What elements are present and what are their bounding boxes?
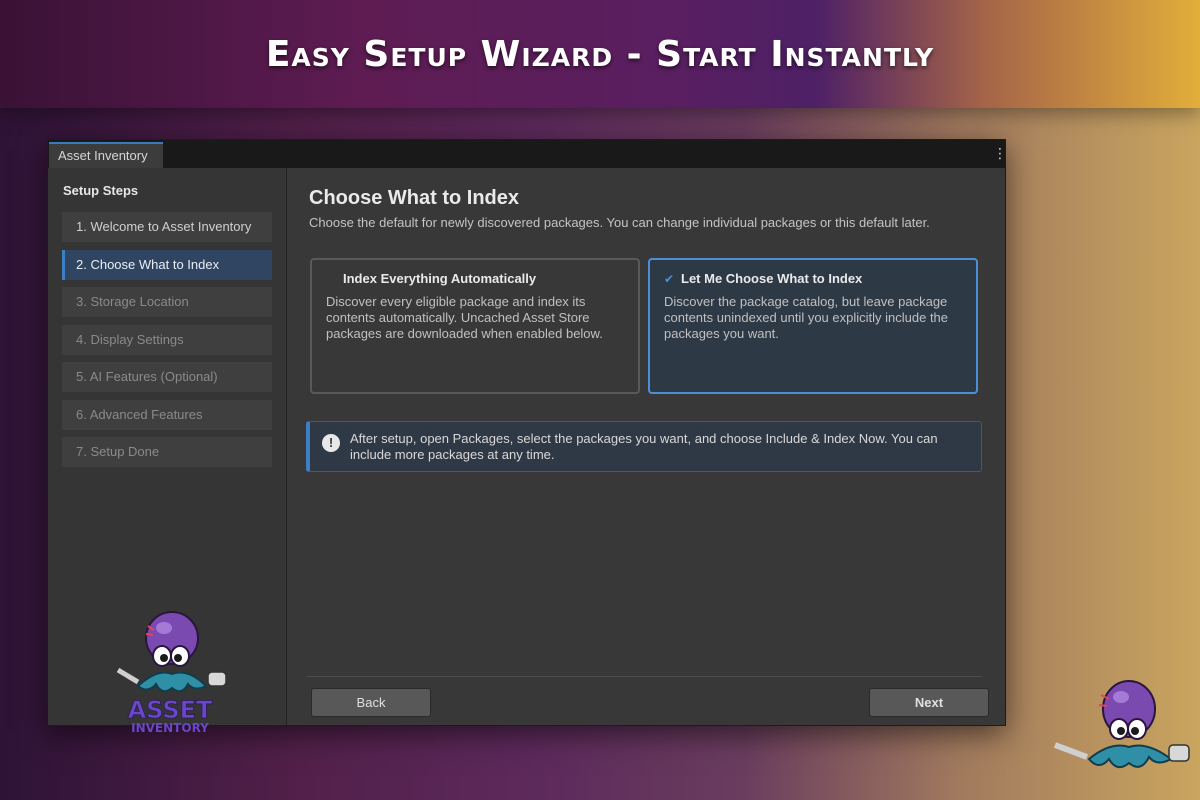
step-advanced-features: 6. Advanced Features bbox=[62, 400, 272, 430]
step-choose-what-to-index[interactable]: 2. Choose What to Index bbox=[62, 250, 272, 280]
option-text: Discover the package catalog, but leave … bbox=[664, 294, 949, 341]
option-index-everything[interactable]: Index Everything Automatically Discover … bbox=[310, 258, 640, 394]
logo-text-inventory: INVENTORY bbox=[131, 721, 209, 735]
page-description: Choose the default for newly discovered … bbox=[309, 215, 930, 230]
option-text: Discover every eligible package and inde… bbox=[326, 294, 603, 341]
footer-divider bbox=[307, 676, 982, 677]
step-display-settings: 4. Display Settings bbox=[62, 325, 272, 355]
option-title-row: ✔ Let Me Choose What to Index bbox=[664, 270, 962, 288]
octopus-mascot-icon bbox=[1053, 680, 1190, 769]
option-title: Let Me Choose What to Index bbox=[681, 271, 863, 286]
tab-asset-inventory[interactable]: Asset Inventory bbox=[49, 142, 163, 168]
kebab-menu-icon[interactable]: ⋮ bbox=[993, 145, 1007, 161]
option-let-me-choose[interactable]: ✔ Let Me Choose What to Index Discover t… bbox=[648, 258, 978, 394]
step-setup-done: 7. Setup Done bbox=[62, 437, 272, 467]
checkmark-icon: ✔ bbox=[664, 272, 675, 286]
logo-text-asset: ASSET bbox=[128, 696, 213, 724]
page-title: Choose What to Index bbox=[309, 187, 519, 209]
asset-inventory-logo: ASSET INVENTORY bbox=[116, 611, 227, 735]
exclamation-info-icon: ! bbox=[322, 434, 340, 452]
next-button[interactable]: Next bbox=[869, 688, 989, 717]
back-button[interactable]: Back bbox=[311, 688, 431, 717]
promo-banner: Easy Setup Wizard - Start Instantly bbox=[0, 0, 1200, 108]
banner-title: Easy Setup Wizard - Start Instantly bbox=[265, 34, 935, 75]
step-ai-features: 5. AI Features (Optional) bbox=[62, 362, 272, 392]
window-tab-bar: Asset Inventory ⋮ bbox=[48, 140, 1007, 168]
info-callout: ! After setup, open Packages, select the… bbox=[306, 421, 982, 472]
setup-steps-sidebar: Setup Steps 1. Welcome to Asset Inventor… bbox=[48, 168, 287, 735]
step-welcome[interactable]: 1. Welcome to Asset Inventory bbox=[62, 212, 272, 242]
step-storage-location: 3. Storage Location bbox=[62, 287, 272, 317]
info-text: After setup, open Packages, select the p… bbox=[350, 431, 938, 462]
option-title: Index Everything Automatically bbox=[343, 271, 537, 286]
sidebar-title: Setup Steps bbox=[63, 183, 139, 198]
